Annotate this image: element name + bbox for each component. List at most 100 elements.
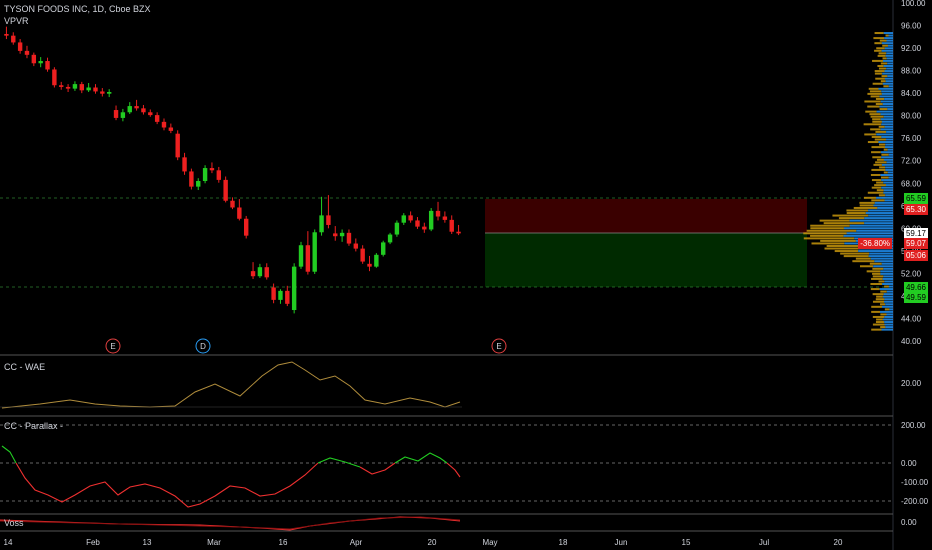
candle-body[interactable] — [278, 290, 283, 300]
candle-body[interactable] — [346, 232, 352, 244]
volume-profile-bar — [883, 115, 893, 118]
volume-profile-bar — [876, 318, 883, 321]
candle-body[interactable] — [291, 266, 297, 311]
candle-body[interactable] — [456, 231, 461, 234]
candle-body[interactable] — [11, 35, 16, 43]
candle-body[interactable] — [326, 215, 331, 225]
candle-body[interactable] — [360, 248, 365, 262]
volume-profile-bar — [879, 288, 893, 291]
candle-body[interactable] — [141, 108, 146, 113]
candle-body[interactable] — [449, 219, 454, 232]
candle-body[interactable] — [45, 61, 50, 70]
candle-body[interactable] — [52, 69, 57, 86]
event-markers: EDE — [105, 338, 507, 354]
candle-body[interactable] — [148, 112, 153, 116]
time-axis-label: 18 — [559, 538, 568, 547]
volume-profile-bar — [886, 290, 893, 293]
candle-body[interactable] — [435, 210, 441, 217]
candle-body[interactable] — [154, 115, 160, 122]
voss-line-2 — [0, 516, 461, 530]
candle-body[interactable] — [387, 234, 393, 243]
candle-body[interactable] — [202, 168, 208, 182]
candle-body[interactable] — [100, 91, 105, 94]
candle-body[interactable] — [79, 84, 84, 91]
candle-body[interactable] — [113, 110, 119, 118]
candle-body[interactable] — [264, 267, 269, 278]
profit-zone[interactable] — [485, 199, 807, 233]
candle-body[interactable] — [250, 271, 256, 277]
candle-body[interactable] — [175, 133, 180, 158]
candle-body[interactable] — [298, 245, 304, 267]
stop-zone[interactable] — [485, 233, 807, 287]
candle-body[interactable] — [401, 215, 406, 223]
candle-body[interactable] — [17, 42, 23, 51]
candle-body[interactable] — [120, 112, 126, 118]
volume-profile-bar — [864, 100, 881, 103]
candle-body[interactable] — [216, 170, 221, 180]
candle-body[interactable] — [237, 207, 242, 219]
candle-body[interactable] — [38, 61, 43, 64]
candle-body[interactable] — [271, 287, 276, 300]
candle-body[interactable] — [223, 179, 228, 201]
volume-profile-bar — [868, 214, 893, 217]
candle-body[interactable] — [244, 218, 249, 236]
price-axis-label: 100.00 — [901, 0, 926, 8]
candles-group — [4, 26, 461, 314]
candle-body[interactable] — [182, 157, 187, 172]
time-axis-label: 13 — [143, 538, 152, 547]
candle-body[interactable] — [127, 106, 132, 113]
candle-body[interactable] — [209, 168, 215, 171]
candle-body[interactable] — [428, 210, 434, 230]
volume-profile-bar — [810, 224, 850, 227]
candle-body[interactable] — [106, 92, 112, 94]
candle-body[interactable] — [381, 242, 386, 255]
volume-profile-bar — [882, 59, 893, 62]
volume-profile-bar — [883, 189, 893, 192]
candle-body[interactable] — [189, 171, 194, 187]
symbol-title[interactable]: TYSON FOODS INC, 1D, Cboe BZX — [4, 4, 151, 14]
volume-profile-bar — [879, 39, 887, 42]
volume-profile-bar — [874, 184, 886, 187]
candle-body[interactable] — [196, 181, 201, 187]
candle-body[interactable] — [65, 86, 71, 89]
candle-body[interactable] — [24, 50, 30, 55]
candle-body[interactable] — [257, 267, 263, 277]
candle-body[interactable] — [161, 121, 167, 128]
candle-body[interactable] — [442, 216, 448, 220]
volume-profile-bar — [864, 217, 893, 220]
vpvr-label[interactable]: VPVR — [4, 16, 29, 26]
candle-body[interactable] — [408, 215, 413, 221]
voss-label[interactable]: Voss — [4, 518, 24, 528]
candle-body[interactable] — [285, 290, 290, 304]
candle-body[interactable] — [415, 220, 420, 227]
candle-body[interactable] — [72, 84, 78, 89]
wae-label[interactable]: CC - WAE — [4, 362, 45, 372]
candle-body[interactable] — [93, 87, 98, 92]
parallax-label[interactable]: CC - Parallax - — [4, 421, 63, 431]
volume-profile-bar — [879, 108, 888, 111]
chart-canvas[interactable]: 100.00 96.00 92.00 88.00 84.00 80.00 76.00 72.0… — [0, 0, 932, 550]
candle-body[interactable] — [305, 245, 311, 272]
candle-body[interactable] — [168, 127, 174, 131]
candle-body[interactable] — [422, 226, 427, 230]
volume-profile-bar — [884, 323, 893, 326]
volume-profile-bar — [884, 70, 893, 73]
candle-body[interactable] — [230, 200, 235, 208]
volume-profile-bar — [869, 262, 882, 265]
candle-body[interactable] — [86, 87, 91, 91]
candle-body[interactable] — [312, 232, 317, 272]
candle-body[interactable] — [319, 215, 324, 233]
candle-body[interactable] — [31, 54, 37, 64]
candle-body[interactable] — [4, 33, 9, 36]
candle-body[interactable] — [367, 263, 372, 267]
volume-profile-bar — [849, 224, 893, 227]
candle-body[interactable] — [374, 254, 379, 267]
price-axis-label: 76.00 — [901, 134, 922, 143]
candle-body[interactable] — [333, 233, 338, 237]
candle-body[interactable] — [59, 85, 64, 87]
candle-body[interactable] — [353, 243, 359, 249]
candle-body[interactable] — [134, 106, 139, 109]
candle-body[interactable] — [339, 232, 345, 237]
candle-body[interactable] — [394, 222, 400, 235]
volume-profile-bar — [871, 186, 882, 189]
